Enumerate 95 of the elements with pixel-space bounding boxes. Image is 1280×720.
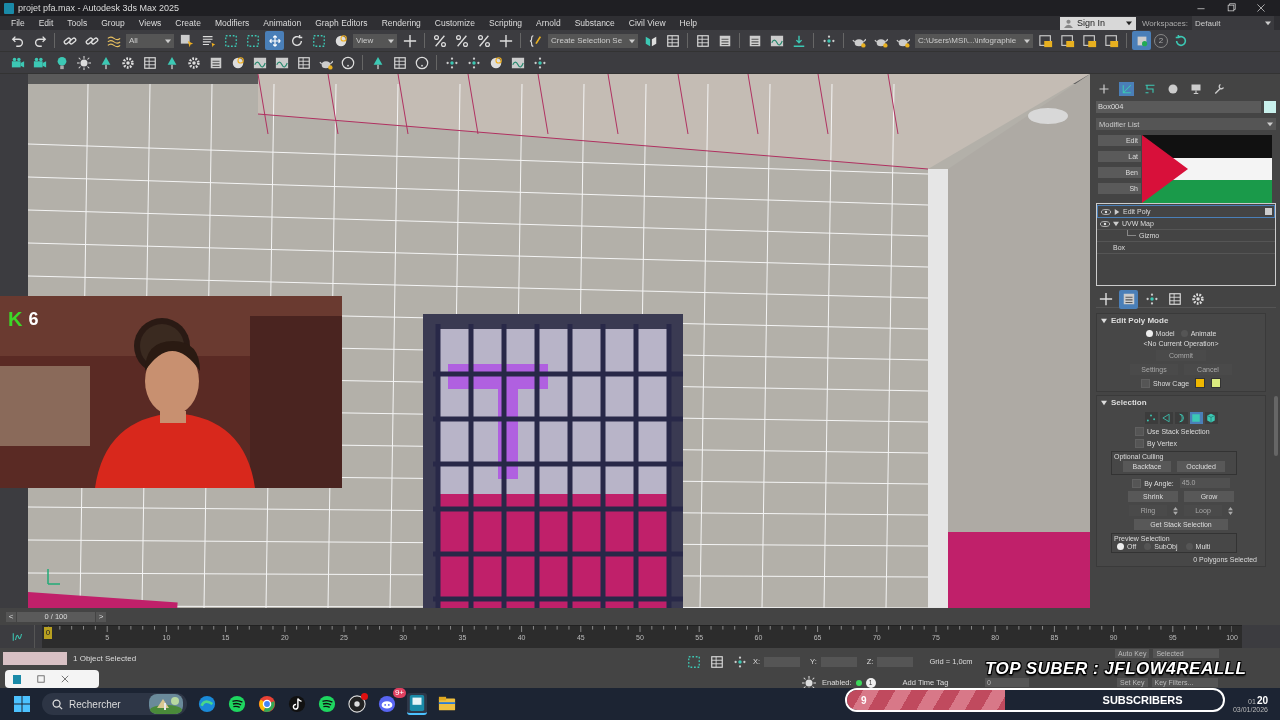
search-field[interactable]: Rechercher [69,698,139,710]
sun-icon[interactable] [74,53,93,72]
menu-item[interactable]: Help [672,18,704,28]
maxscript-listener-field[interactable] [3,652,67,665]
status-dot[interactable] [855,679,862,686]
menu-item[interactable]: Civil View [621,18,673,28]
reference-coordinate-dropdown[interactable]: View [353,33,397,48]
edge-browser-icon[interactable] [197,694,217,714]
app-logo-icon [4,2,14,14]
recorder-icon[interactable] [347,694,367,714]
menu-item[interactable]: Views [131,18,169,28]
dropdown-value: All [129,36,138,45]
eye-icon[interactable] [1101,208,1111,215]
sign-in-dropdown[interactable]: Sign In [1059,16,1136,30]
menu-item[interactable]: Tools [60,18,95,28]
rollout-header[interactable]: Selection [1097,396,1265,409]
cage-color-swatch[interactable] [1211,378,1222,388]
vertex-icon[interactable] [1144,412,1158,424]
workspaces-label: Workspaces: [1140,18,1189,28]
max-app-icon[interactable] [407,693,427,715]
caret-icon [1125,20,1132,26]
collapse-arrow-icon [1101,317,1107,324]
dropdown-value: C:\Users\MSI\...\infographie [918,36,1017,45]
previous-frame-button[interactable]: < [6,611,16,622]
rollout-header[interactable]: Edit Poly Mode [1097,314,1265,327]
menu-item[interactable]: Customize [427,18,482,28]
menu-item[interactable]: File [4,18,32,28]
radio-button[interactable] [1145,330,1153,337]
named-selection-dropdown[interactable]: Create Selection Se [548,33,638,48]
spinner-icon[interactable] [1228,506,1233,515]
music-app-icon[interactable] [227,694,247,714]
music-note-icon[interactable] [287,694,307,714]
search-bar[interactable]: Rechercher [42,693,187,715]
caret-icon [1265,20,1271,26]
object-color-swatch[interactable] [1264,101,1276,113]
window-title: projet pfa.max - Autodesk 3ds Max 2025 [18,3,180,13]
subscriber-count: 9 [861,694,867,706]
goal-label: SUBSCRIBERS [1102,694,1183,706]
caret-icon [165,37,171,44]
workspace-dropdown[interactable]: Default [1192,16,1274,30]
menu-item[interactable]: Substance [567,18,622,28]
restore-icon[interactable] [1226,3,1236,13]
windows-logo-icon[interactable] [12,694,32,714]
menu-item[interactable]: Graph Editors [308,18,375,28]
app-logo-icon[interactable] [13,674,21,684]
menu-item[interactable]: Arnold [529,18,568,28]
expand-arrow-icon[interactable] [1114,208,1120,215]
current-frame-marker[interactable]: 0 [44,627,52,639]
viewer-count: 6 [28,309,39,330]
browser-icon[interactable] [257,694,277,714]
square-icon [1265,208,1272,215]
notification-badge: 9+ [392,688,406,698]
caret-icon [388,37,394,44]
collapse-arrow-icon[interactable] [1113,220,1119,227]
music-app-icon[interactable] [317,694,337,714]
close-icon[interactable] [61,675,69,683]
chat-app-icon[interactable] [377,694,397,714]
cage-color-swatch[interactable] [1195,378,1206,388]
menu-item[interactable]: Edit [31,18,61,28]
top-subscriber-text: TOP SUBER : JFLOW4REALLL [985,659,1247,678]
dropdown-value: Default [1195,18,1221,28]
collapse-arrow-icon [1101,399,1107,406]
caret-icon [629,37,635,44]
selection-status: 1 Object Selected [73,653,137,663]
channel-logo: K [8,308,23,331]
spinner-icon[interactable] [1173,506,1178,515]
menu-item[interactable]: Scripting [482,18,530,28]
triangle-icon[interactable] [1159,412,1173,424]
square-icon[interactable] [1189,412,1203,424]
checkbox[interactable] [1140,378,1150,388]
user-icon [1063,18,1073,28]
project-path-dropdown[interactable]: C:\Users\MSI\...\infographie [915,33,1033,48]
move-icon[interactable] [265,31,284,50]
maximize-icon[interactable] [37,675,45,683]
checkbox[interactable] [1135,439,1144,448]
checkbox[interactable] [1135,427,1144,436]
dropdown-value: Create Selection Se [551,36,623,45]
search-icon [52,698,63,710]
menu-item[interactable]: Animation [256,18,309,28]
menu-item[interactable]: Rendering [374,18,428,28]
cube-icon[interactable] [1204,412,1218,424]
radio-button[interactable] [1117,543,1124,550]
crescent-icon[interactable] [1174,412,1188,424]
eye-icon[interactable] [1100,220,1110,227]
caret-icon [1267,121,1273,127]
dropdown-value: View [356,36,374,45]
caret-icon [1024,37,1030,44]
next-frame-button[interactable]: > [96,611,106,622]
scrollbar[interactable] [1274,396,1278,456]
menu-item[interactable]: Group [94,18,132,28]
save-icon[interactable] [1132,31,1151,50]
clock-minutes: 20 [1256,695,1268,706]
selection-filter-dropdown[interactable]: All [126,33,174,48]
menu-item[interactable]: Modifiers [207,18,257,28]
menu-item[interactable]: Create [168,18,208,28]
